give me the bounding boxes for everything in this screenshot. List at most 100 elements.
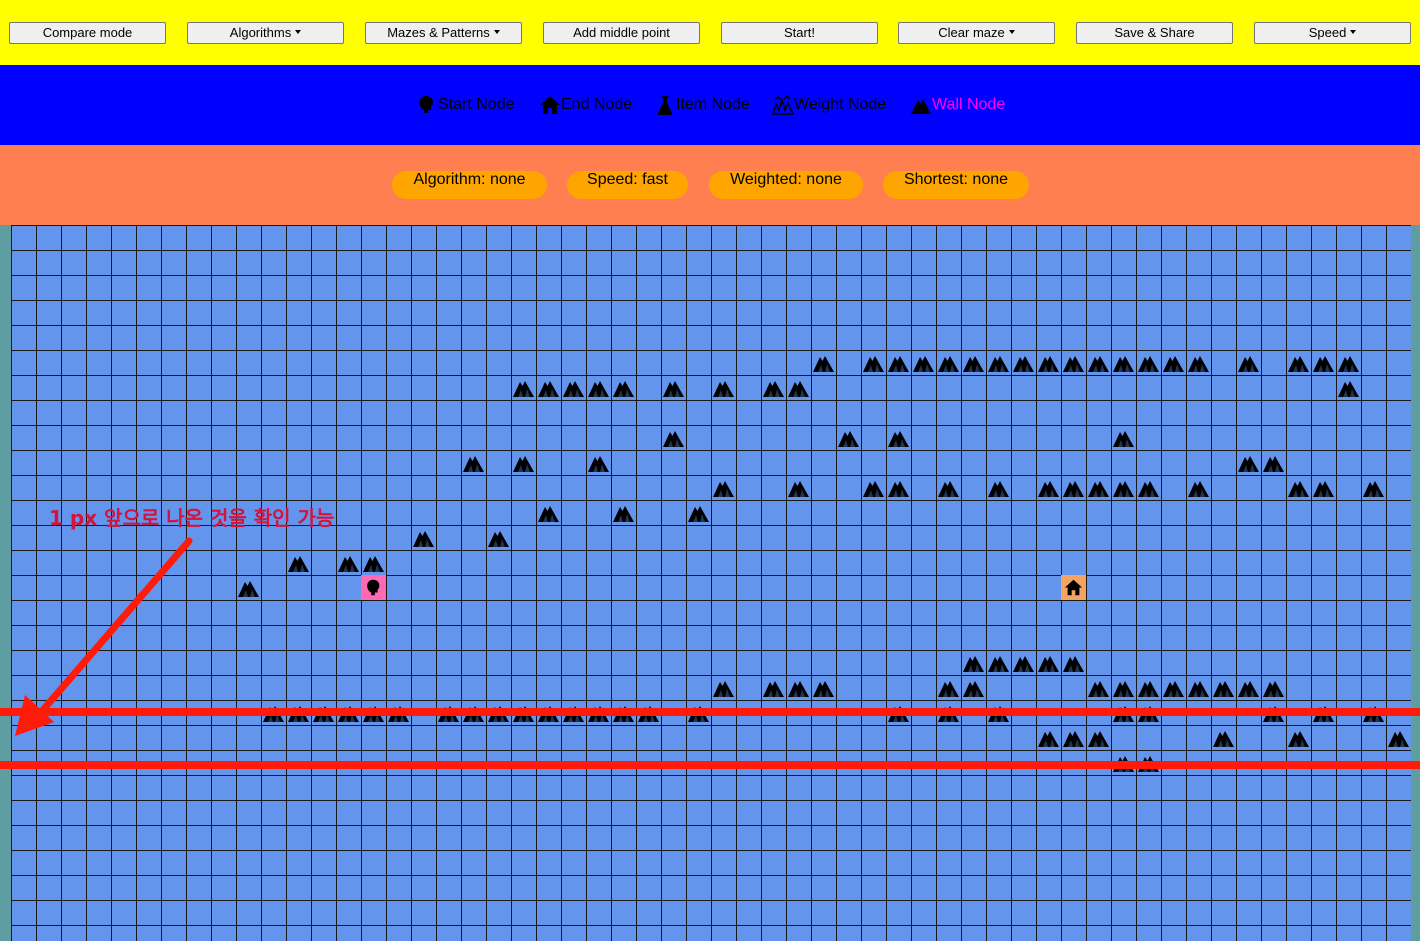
wall-node[interactable] [986,350,1011,375]
wall-node[interactable] [1361,475,1386,500]
speed-dropdown[interactable]: Speed [1254,22,1411,44]
wall-node[interactable] [1086,350,1111,375]
wall-node[interactable] [1236,350,1261,375]
wall-node[interactable] [286,550,311,575]
wall-node[interactable] [1061,475,1086,500]
wall-node[interactable] [536,500,561,525]
wall-node[interactable] [511,375,536,400]
clear-maze-dropdown[interactable]: Clear maze [898,22,1055,44]
wall-node[interactable] [786,375,811,400]
wall-node[interactable] [711,375,736,400]
wall-node[interactable] [961,350,986,375]
start-node[interactable] [361,575,386,600]
wall-node[interactable] [886,475,911,500]
wall-node[interactable] [1286,475,1311,500]
wall-node[interactable] [1161,675,1186,700]
wall-node[interactable] [886,350,911,375]
wall-node[interactable] [686,500,711,525]
wall-node[interactable] [1036,725,1061,750]
wall-node[interactable] [1311,350,1336,375]
mountain-icon [963,681,984,697]
save-share-button[interactable]: Save & Share [1076,22,1233,44]
wall-node[interactable] [486,525,511,550]
wall-node[interactable] [1186,675,1211,700]
wall-node[interactable] [1336,375,1361,400]
wall-node[interactable] [1086,675,1111,700]
wall-node[interactable] [811,675,836,700]
wall-node[interactable] [661,425,686,450]
wall-node[interactable] [861,350,886,375]
wall-node[interactable] [1286,350,1311,375]
wall-node[interactable] [336,550,361,575]
wall-node[interactable] [1086,475,1111,500]
wall-node[interactable] [886,425,911,450]
wall-node[interactable] [1036,650,1061,675]
wall-node[interactable] [1211,725,1236,750]
wall-node[interactable] [1161,350,1186,375]
wall-node[interactable] [361,550,386,575]
wall-node[interactable] [461,450,486,475]
wall-node[interactable] [1136,350,1161,375]
wall-node[interactable] [1311,475,1336,500]
wall-node[interactable] [811,350,836,375]
wall-node[interactable] [1111,475,1136,500]
wall-node[interactable] [986,650,1011,675]
wall-node[interactable] [1061,350,1086,375]
wall-node[interactable] [1186,475,1211,500]
mountain-icon [1063,481,1084,497]
wall-node[interactable] [1236,675,1261,700]
wall-node[interactable] [961,675,986,700]
wall-node[interactable] [1011,650,1036,675]
wall-node[interactable] [1186,350,1211,375]
wall-node[interactable] [1261,675,1286,700]
wall-node[interactable] [786,475,811,500]
wall-node[interactable] [1111,675,1136,700]
wall-node[interactable] [936,475,961,500]
wall-node[interactable] [711,675,736,700]
wall-node[interactable] [1061,650,1086,675]
wall-node[interactable] [936,350,961,375]
wall-node[interactable] [1011,350,1036,375]
wall-node[interactable] [1211,675,1236,700]
wall-node[interactable] [761,675,786,700]
wall-node[interactable] [1336,350,1361,375]
wall-node[interactable] [1036,475,1061,500]
wall-node[interactable] [586,450,611,475]
wall-node[interactable] [1036,350,1061,375]
wall-node[interactable] [986,475,1011,500]
wall-node[interactable] [786,675,811,700]
wall-node[interactable] [761,375,786,400]
wall-node[interactable] [611,375,636,400]
wall-node[interactable] [961,650,986,675]
wall-node[interactable] [836,425,861,450]
wall-node[interactable] [611,500,636,525]
wall-node[interactable] [1286,725,1311,750]
wall-node[interactable] [586,375,611,400]
wall-node[interactable] [561,375,586,400]
wall-node[interactable] [1111,350,1136,375]
wall-node[interactable] [936,675,961,700]
wall-node[interactable] [861,475,886,500]
wall-node[interactable] [911,350,936,375]
mazes-patterns-dropdown[interactable]: Mazes & Patterns [365,22,522,44]
wall-node[interactable] [236,575,261,600]
maze-grid[interactable] [11,225,1411,941]
wall-node[interactable] [1386,725,1411,750]
wall-node[interactable] [1136,675,1161,700]
wall-node[interactable] [711,475,736,500]
algorithms-dropdown[interactable]: Algorithms [187,22,344,44]
wall-node[interactable] [1136,475,1161,500]
wall-node[interactable] [511,450,536,475]
end-node[interactable] [1061,575,1086,600]
wall-node[interactable] [1061,725,1086,750]
wall-node[interactable] [1111,425,1136,450]
wall-node[interactable] [411,525,436,550]
wall-node[interactable] [536,375,561,400]
wall-node[interactable] [1236,450,1261,475]
start-button[interactable]: Start! [721,22,878,44]
add-middle-point-button[interactable]: Add middle point [543,22,700,44]
wall-node[interactable] [661,375,686,400]
wall-node[interactable] [1086,725,1111,750]
compare-mode-button[interactable]: Compare mode [9,22,166,44]
wall-node[interactable] [1261,450,1286,475]
